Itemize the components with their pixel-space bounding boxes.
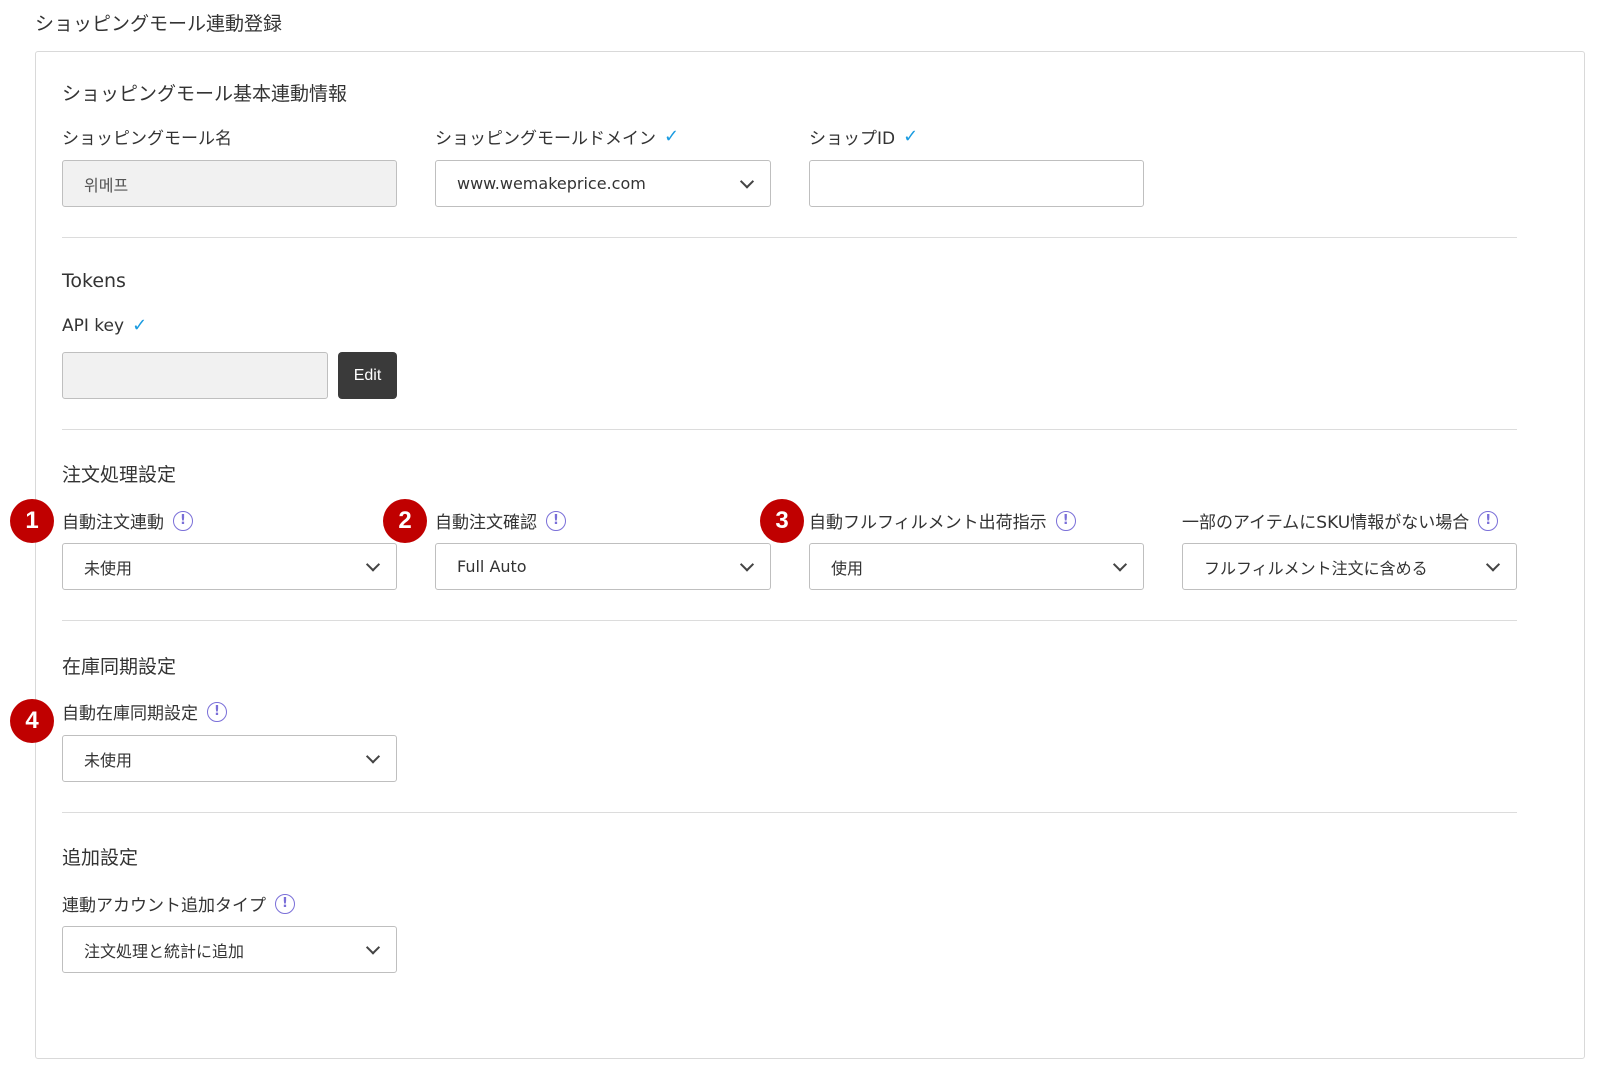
- no-sku-select[interactable]: フルフィルメント注文に含める: [1182, 543, 1517, 590]
- info-circle-icon[interactable]: !: [207, 701, 227, 722]
- edit-button[interactable]: Edit: [338, 352, 397, 399]
- chevron-down-icon: [365, 556, 381, 572]
- info-circle-icon[interactable]: !: [1055, 510, 1076, 531]
- auto-order-confirm-label: 自動注文確認 !: [435, 508, 566, 533]
- divider: [62, 429, 1517, 430]
- auto-fulfillment-value: 使用: [831, 558, 864, 578]
- auto-order-link-value: 未使用: [84, 558, 133, 578]
- info-circle-icon[interactable]: !: [546, 510, 566, 531]
- account-type-value: 注文処理と統計に追加: [84, 941, 245, 961]
- auto-order-confirm-select[interactable]: Full Auto: [435, 543, 771, 590]
- shop-id-label-text: ショップID: [809, 129, 896, 149]
- page-title: ショッピングモール連動登録: [35, 13, 283, 35]
- callout-badge-2: 2: [383, 499, 427, 543]
- domain-select[interactable]: www.wemakeprice.com: [435, 160, 771, 207]
- shop-id-text-input[interactable]: [831, 161, 1143, 206]
- shop-id-input[interactable]: [809, 160, 1144, 207]
- domain-value: www.wemakeprice.com: [457, 174, 646, 193]
- auto-fulfillment-select[interactable]: 使用: [809, 543, 1144, 590]
- auto-sync-label-text: 自動在庫同期設定: [62, 704, 198, 724]
- info-circle-icon[interactable]: !: [1478, 510, 1499, 531]
- auto-fulfillment-label: 自動フルフィルメント出荷指示 !: [809, 508, 1076, 533]
- auto-order-confirm-label-text: 自動注文確認: [435, 513, 537, 533]
- auto-sync-label: 自動在庫同期設定 !: [62, 699, 227, 724]
- api-key-label: API key ✓: [62, 316, 147, 336]
- auto-order-link-label: 自動注文連動 !: [62, 508, 193, 533]
- mall-link-form-panel: ショッピングモール基本連動情報 ショッピングモール名 위메프 ショッピングモール…: [35, 51, 1585, 1059]
- no-sku-label: 一部のアイテムにSKU情報がない場合 !: [1182, 508, 1499, 533]
- basic-section-title: ショッピングモール基本連動情報: [62, 83, 348, 105]
- inventory-section-title: 在庫同期設定: [62, 656, 177, 678]
- account-type-label-text: 連動アカウント追加タイプ: [62, 896, 266, 916]
- mall-name-field: 위메프: [62, 160, 397, 207]
- checkmark-icon: ✓: [664, 125, 680, 147]
- api-key-label-text: API key: [62, 316, 125, 336]
- auto-order-confirm-value: Full Auto: [457, 557, 527, 576]
- auto-sync-select[interactable]: 未使用: [62, 735, 397, 782]
- api-key-text-input[interactable]: [84, 353, 327, 398]
- chevron-down-icon: [1485, 556, 1501, 572]
- divider: [62, 237, 1517, 238]
- auto-fulfillment-label-text: 自動フルフィルメント出荷指示: [809, 513, 1047, 533]
- account-type-select[interactable]: 注文処理と統計に追加: [62, 926, 397, 973]
- auto-sync-value: 未使用: [84, 750, 133, 770]
- order-section-title: 注文処理設定: [62, 464, 177, 486]
- mall-name-label: ショッピングモール名: [62, 124, 232, 149]
- additional-section-title: 追加設定: [62, 847, 139, 869]
- api-key-input[interactable]: [62, 352, 328, 399]
- domain-label-text: ショッピングモールドメイン: [435, 129, 656, 149]
- tokens-section-title: Tokens: [62, 270, 126, 292]
- auto-order-link-select[interactable]: 未使用: [62, 543, 397, 590]
- info-circle-icon[interactable]: !: [275, 893, 295, 914]
- auto-order-link-label-text: 自動注文連動: [62, 513, 164, 533]
- account-type-label: 連動アカウント追加タイプ !: [62, 891, 295, 916]
- mall-name-label-text: ショッピングモール名: [62, 129, 232, 149]
- chevron-down-icon: [739, 173, 755, 189]
- chevron-down-icon: [739, 556, 755, 572]
- chevron-down-icon: [365, 939, 381, 955]
- divider: [62, 620, 1517, 621]
- domain-label: ショッピングモールドメイン ✓: [435, 124, 679, 149]
- checkmark-icon: ✓: [903, 125, 919, 147]
- no-sku-label-text: 一部のアイテムにSKU情報がない場合: [1182, 513, 1470, 533]
- info-circle-icon[interactable]: !: [173, 510, 193, 531]
- divider: [62, 812, 1517, 813]
- callout-badge-3: 3: [760, 499, 804, 543]
- chevron-down-icon: [1112, 556, 1128, 572]
- callout-badge-4: 4: [10, 699, 54, 743]
- checkmark-icon: ✓: [132, 315, 148, 336]
- callout-badge-1: 1: [10, 499, 54, 543]
- chevron-down-icon: [365, 748, 381, 764]
- no-sku-value: フルフィルメント注文に含める: [1204, 558, 1428, 578]
- mall-name-value: 위메프: [84, 175, 129, 195]
- shop-id-label: ショップID ✓: [809, 124, 918, 149]
